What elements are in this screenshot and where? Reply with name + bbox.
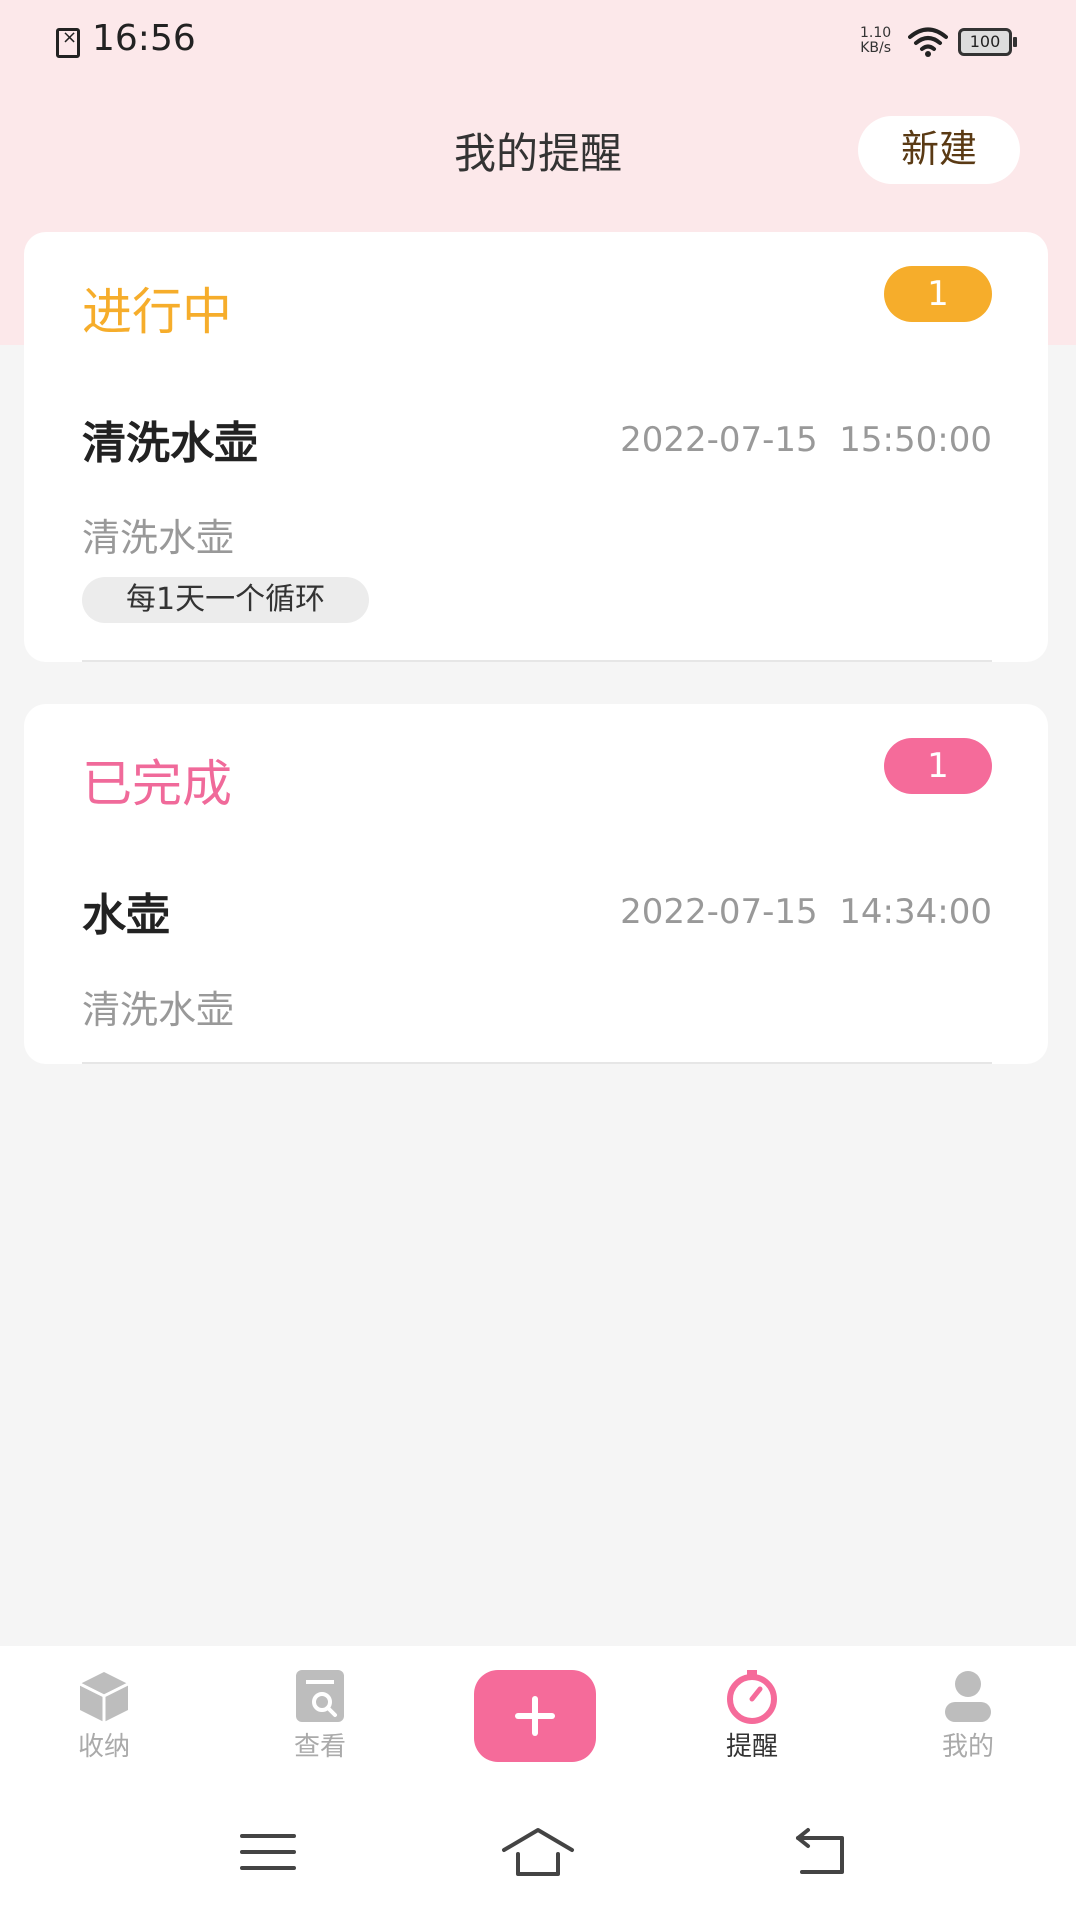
nav-item-view[interactable]: 查看 bbox=[260, 1668, 380, 1763]
person-icon bbox=[945, 1671, 991, 1722]
menu-icon[interactable] bbox=[228, 1824, 308, 1880]
bottom-nav: 收纳 查看 提醒 我的 bbox=[0, 1646, 1076, 1778]
network-speed: 1.10 KB/s bbox=[860, 26, 891, 56]
ongoing-section: 进行中 1 清洗水壶 2022-07-15 15:50:00 清洗水壶 每1天一… bbox=[24, 232, 1048, 662]
search-doc-icon bbox=[296, 1670, 344, 1722]
completed-section: 已完成 1 水壶 2022-07-15 14:34:00 清洗水壶 bbox=[24, 704, 1048, 1064]
back-icon[interactable] bbox=[780, 1824, 860, 1880]
completed-count-badge: 1 bbox=[884, 738, 992, 794]
timer-icon bbox=[727, 1670, 777, 1724]
reminder-description: 清洗水壶 bbox=[82, 516, 235, 560]
reminder-title: 水壶 bbox=[82, 890, 170, 941]
nav-label: 提醒 bbox=[725, 1732, 778, 1762]
sim-error-icon bbox=[56, 27, 80, 58]
section-title-completed: 已完成 bbox=[82, 755, 232, 813]
reminder-time: 2022-07-15 15:50:00 bbox=[620, 420, 992, 460]
status-bar: 16:56 1.10 KB/s 100 bbox=[0, 0, 1076, 86]
reminder-time: 2022-07-15 14:34:00 bbox=[620, 892, 992, 932]
cycle-tag: 每1天一个循环 bbox=[82, 577, 370, 623]
status-time: 16:56 bbox=[92, 18, 196, 59]
nav-item-reminder[interactable]: 提醒 bbox=[692, 1668, 812, 1763]
plus-icon-stem bbox=[532, 1696, 538, 1736]
nav-label: 收纳 bbox=[77, 1732, 130, 1762]
ongoing-count-badge: 1 bbox=[884, 266, 992, 322]
network-speed-unit: KB/s bbox=[860, 40, 891, 56]
divider bbox=[82, 660, 992, 662]
home-icon[interactable] bbox=[498, 1824, 578, 1880]
reminder-title: 清洗水壶 bbox=[82, 418, 258, 469]
network-speed-value: 1.10 bbox=[860, 25, 892, 41]
box-icon bbox=[79, 1672, 129, 1722]
section-title-ongoing: 进行中 bbox=[82, 283, 232, 341]
nav-item-storage[interactable]: 收纳 bbox=[44, 1668, 164, 1763]
new-reminder-button[interactable]: 新建 bbox=[858, 116, 1020, 184]
nav-label: 查看 bbox=[293, 1732, 346, 1762]
nav-label: 我的 bbox=[941, 1732, 994, 1762]
add-button[interactable] bbox=[474, 1670, 596, 1762]
divider bbox=[82, 1062, 992, 1064]
battery-icon: 100 bbox=[958, 28, 1017, 56]
reminder-description: 清洗水壶 bbox=[82, 988, 235, 1032]
nav-item-mine[interactable]: 我的 bbox=[908, 1668, 1028, 1763]
system-nav-bar bbox=[0, 1778, 1076, 1916]
wifi-icon bbox=[908, 27, 948, 57]
